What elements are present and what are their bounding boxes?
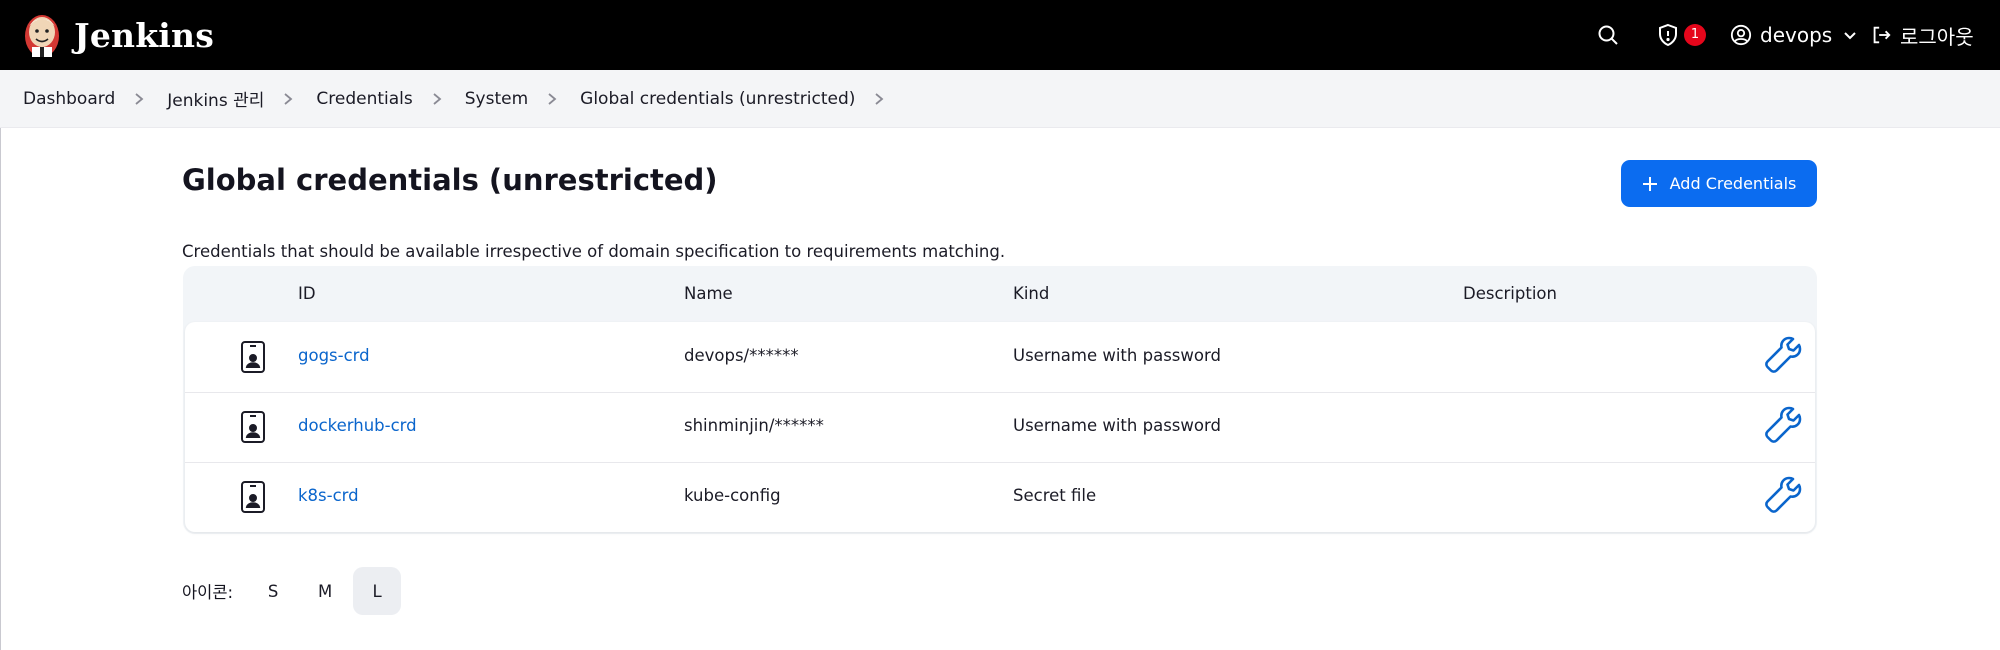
wrench-icon[interactable] (1763, 475, 1803, 515)
add-credentials-label: Add Credentials (1669, 174, 1797, 193)
table-header: ID Name Kind Description (183, 266, 1817, 322)
jenkins-logo-icon (25, 15, 59, 57)
table-row: k8s-crd kube-config Secret file (185, 462, 1815, 532)
column-header-kind[interactable]: Kind (1013, 284, 1049, 303)
chevron-right-icon (282, 92, 294, 106)
table-row: dockerhub-crd shinminjin/****** Username… (185, 392, 1815, 463)
credential-name: shinminjin/****** (684, 416, 824, 435)
table-row: gogs-crd devops/****** Username with pas… (185, 322, 1815, 393)
breadcrumb-dashboard[interactable]: Dashboard (23, 89, 115, 109)
wrench-icon[interactable] (1763, 405, 1803, 445)
breadcrumb-jenkins-manage[interactable]: Jenkins 관리 (167, 86, 264, 111)
credential-name: devops/****** (684, 346, 799, 365)
column-header-description[interactable]: Description (1463, 284, 1557, 303)
chevron-right-icon (133, 92, 145, 106)
logout-label: 로그아웃 (1900, 24, 1974, 49)
breadcrumb-system[interactable]: System (465, 89, 528, 109)
chevron-right-icon (546, 92, 558, 106)
brand-name: Jenkins (74, 15, 214, 55)
search-icon (1598, 25, 1618, 45)
jenkins-home-link[interactable]: Jenkins (22, 10, 214, 60)
credential-name: kube-config (684, 486, 781, 505)
user-name: devops (1760, 23, 1833, 47)
security-monitor-button[interactable]: 1 (1656, 0, 1706, 70)
credentials-table: ID Name Kind Description gogs-crd devops… (183, 266, 1817, 534)
user-circle-icon (1730, 24, 1752, 46)
credential-id-link[interactable]: k8s-crd (298, 486, 359, 505)
page-description: Credentials that should be available irr… (182, 242, 1006, 261)
icon-size-medium[interactable]: M (301, 567, 349, 615)
plus-icon (1642, 176, 1658, 192)
icon-size-selector: 아이콘: S M L (182, 567, 405, 615)
icon-size-small[interactable]: S (249, 567, 297, 615)
chevron-right-icon (431, 92, 443, 106)
page-edge-divider (0, 128, 1, 650)
wrench-icon[interactable] (1763, 335, 1803, 375)
table-body: gogs-crd devops/****** Username with pas… (185, 322, 1815, 532)
user-menu[interactable]: devops (1730, 0, 1858, 70)
credential-id-link[interactable]: dockerhub-crd (298, 416, 417, 435)
page-title: Global credentials (unrestricted) (182, 163, 718, 197)
add-credentials-button[interactable]: Add Credentials (1621, 160, 1817, 207)
credential-kind: Username with password (1013, 416, 1221, 435)
credential-kind: Username with password (1013, 346, 1221, 365)
breadcrumb-credentials[interactable]: Credentials (316, 89, 412, 109)
security-count-badge: 1 (1684, 24, 1706, 46)
credential-card-icon (241, 341, 265, 373)
breadcrumb: Dashboard Jenkins 관리 Credentials System … (0, 70, 2000, 128)
search-button[interactable] (1596, 0, 1620, 70)
chevron-down-icon (1844, 32, 1856, 40)
credential-id-link[interactable]: gogs-crd (298, 346, 370, 365)
breadcrumb-global-credentials[interactable]: Global credentials (unrestricted) (580, 89, 855, 109)
credential-card-icon (241, 411, 265, 443)
credential-card-icon (241, 481, 265, 513)
chevron-right-icon[interactable] (873, 92, 885, 106)
column-header-id[interactable]: ID (298, 284, 316, 303)
logout-link[interactable]: 로그아웃 (1870, 0, 1974, 70)
icon-size-large[interactable]: L (353, 567, 402, 615)
top-header: Jenkins 1 devops 로그아웃 (0, 0, 2000, 70)
shield-icon (1659, 23, 1677, 47)
credential-kind: Secret file (1013, 486, 1097, 505)
column-header-name[interactable]: Name (684, 284, 733, 303)
icon-size-label: 아이콘: (182, 583, 234, 602)
logout-icon (1873, 26, 1891, 44)
